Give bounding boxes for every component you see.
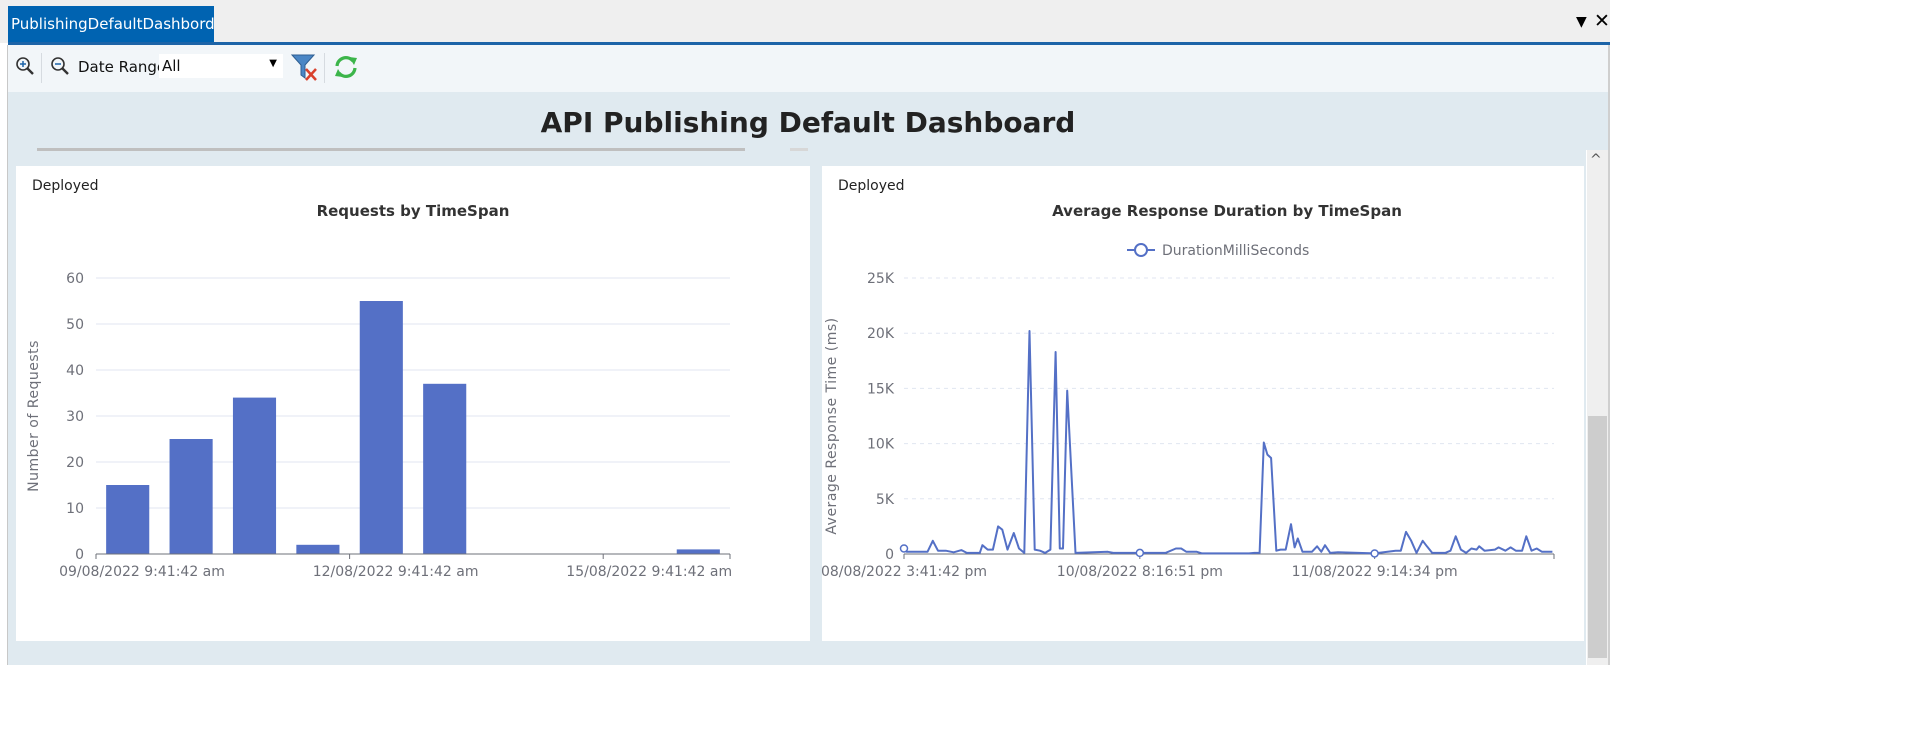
refresh-icon[interactable] — [332, 53, 360, 81]
clear-filter-icon[interactable] — [290, 52, 320, 84]
requests-chart-panel: Deployed Requests by TimeSpan 0 10 20 30 40 50… — [16, 166, 810, 641]
x-tick-label: 10/08/2022 8:16:51 pm — [1057, 564, 1223, 580]
response-line-chart: Average Response Duration by TimeSpan Dur… — [822, 202, 1555, 580]
y-tick-label: 30 — [66, 409, 84, 425]
y-tick-label: 50 — [66, 317, 84, 333]
window-menu-icon[interactable]: ▼ — [1576, 14, 1587, 30]
close-icon[interactable]: ✕ — [1594, 10, 1610, 32]
toolbar-separator — [324, 53, 325, 83]
toolbar-separator — [41, 53, 42, 83]
chart-title: Average Response Duration by TimeSpan — [1052, 202, 1402, 220]
legend-label: DurationMilliSeconds — [1162, 243, 1309, 259]
chart-title: Requests by TimeSpan — [317, 202, 510, 220]
y-tick-label: 20 — [66, 455, 84, 471]
series-line — [903, 330, 1553, 555]
scroll-up-icon[interactable]: ^ — [1590, 152, 1602, 168]
y-tick-label: 60 — [66, 271, 84, 287]
bar — [359, 301, 403, 554]
y-tick-label: 5K — [876, 492, 895, 508]
date-range-value: All — [162, 57, 181, 75]
x-tick-label: 12/08/2022 9:41:42 am — [313, 564, 479, 580]
bar — [676, 549, 720, 554]
horizontal-scrollbar-end — [790, 148, 808, 151]
tab-bar — [0, 0, 1610, 43]
data-point — [899, 544, 909, 553]
toolbar: Date Range All ▼ — [8, 45, 1608, 92]
zoom-in-icon[interactable] — [14, 55, 38, 79]
response-chart-panel: Deployed Average Response Duration by Ti… — [822, 166, 1584, 641]
x-tick-label: 09/08/2022 9:41:42 am — [59, 564, 225, 580]
dashboard-header: API Publishing Default Dashboard — [8, 92, 1608, 150]
y-tick-label: 0 — [885, 547, 894, 563]
bar — [296, 544, 340, 554]
bar — [169, 439, 213, 554]
date-range-label: Date Range — [78, 58, 167, 76]
x-tick-label: 08/08/2022 3:41:42 pm — [822, 564, 987, 580]
y-axis-label: Number of Requests — [26, 340, 42, 492]
x-tick-label: 11/08/2022 9:14:34 pm — [1292, 564, 1458, 580]
window-border — [1608, 45, 1610, 665]
bar — [106, 485, 150, 554]
data-point — [1370, 549, 1379, 558]
y-tick-label: 10K — [867, 437, 895, 453]
legend-marker-icon — [1134, 243, 1148, 257]
y-tick-label: 10 — [66, 501, 84, 517]
requests-bar-chart: Requests by TimeSpan 0 10 20 30 40 50 60 09/08/2… — [26, 202, 732, 580]
horizontal-scrollbar[interactable] — [37, 148, 745, 151]
bar — [232, 397, 277, 554]
y-tick-label: 25K — [867, 271, 895, 287]
bar — [423, 383, 467, 554]
y-tick-label: 20K — [867, 326, 895, 342]
data-point — [1135, 548, 1145, 558]
vertical-scrollbar-thumb[interactable] — [1588, 416, 1607, 658]
y-tick-label: 40 — [66, 363, 84, 379]
y-tick-label: 15K — [867, 381, 895, 397]
y-axis-label: Average Response Time (ms) — [824, 317, 840, 534]
y-tick-label: 0 — [75, 547, 84, 563]
tab-dashboard[interactable]: PublishingDefaultDashbord2... — [8, 6, 214, 43]
chevron-down-icon: ▼ — [269, 58, 277, 69]
date-range-select[interactable]: All ▼ — [159, 54, 283, 78]
page-title: API Publishing Default Dashboard — [540, 106, 1076, 139]
zoom-out-icon[interactable] — [49, 55, 73, 79]
x-tick-label: 15/08/2022 9:41:42 am — [566, 564, 732, 580]
